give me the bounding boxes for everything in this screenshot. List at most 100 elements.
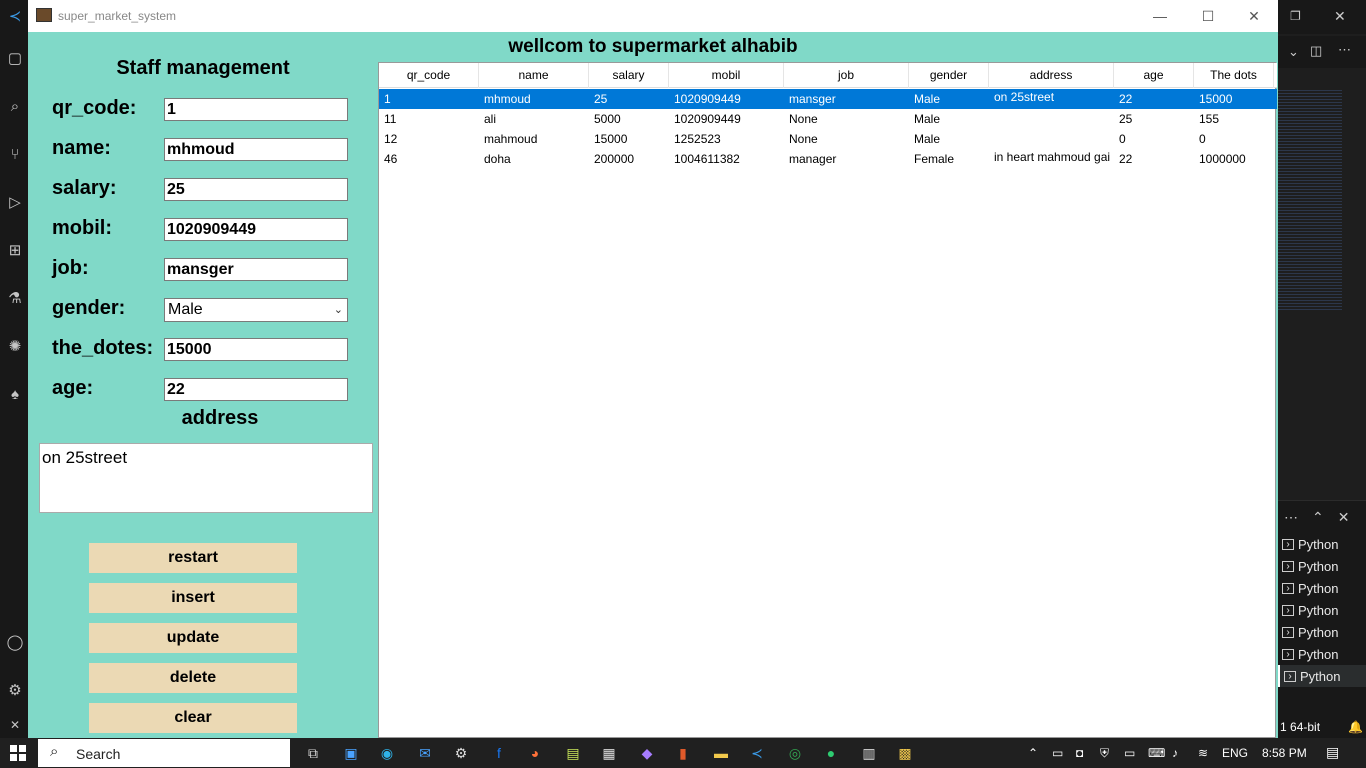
split-editor-icon[interactable]: ◫: [1310, 43, 1322, 59]
more-icon[interactable]: ⋯: [1284, 509, 1298, 526]
insert-button[interactable]: insert: [89, 583, 297, 613]
job-input[interactable]: mansger: [164, 258, 348, 281]
notifications-bell-icon[interactable]: 🔔: [1348, 720, 1363, 734]
openai-icon[interactable]: ✺: [6, 338, 24, 356]
restart-button[interactable]: restart: [89, 543, 297, 573]
search-icon[interactable]: ⌕: [6, 98, 24, 116]
terminal-item[interactable]: › Python: [1278, 577, 1366, 599]
table-row[interactable]: 12 mahmoud 15000 1252523 None Male 0 0: [379, 129, 1277, 149]
edge-icon[interactable]: ◉: [378, 744, 396, 762]
chevron-up-icon[interactable]: ⌃: [1028, 746, 1038, 760]
table-row[interactable]: 1 mhmoud 25 1020909449 mansger Male on 25stree…: [379, 89, 1277, 109]
qr-code-input[interactable]: 1: [164, 98, 348, 121]
file-explorer-icon[interactable]: ▬: [712, 744, 730, 762]
close-icon[interactable]: ✕: [1338, 509, 1350, 526]
battery-icon[interactable]: ▭: [1124, 746, 1135, 760]
update-button[interactable]: update: [89, 623, 297, 653]
shield-icon[interactable]: ⛨: [1100, 746, 1109, 761]
clock[interactable]: 8:58 PM: [1262, 746, 1307, 760]
status-arch[interactable]: 64-bit: [1290, 720, 1320, 734]
more-icon[interactable]: ⋯: [1338, 42, 1351, 58]
terminal-item[interactable]: › Python: [1278, 621, 1366, 643]
table-row[interactable]: 46 doha 200000 1004611382 manager Female in he…: [379, 149, 1277, 169]
maximize-icon[interactable]: ☐: [1198, 6, 1218, 26]
camera-icon[interactable]: ◘: [1076, 746, 1083, 760]
package-icon[interactable]: ▦: [600, 744, 618, 762]
chrome-icon[interactable]: ◎: [786, 744, 804, 762]
restore-icon[interactable]: ❐: [1290, 9, 1301, 23]
remote-icon[interactable]: ✕: [6, 716, 24, 734]
store-icon[interactable]: ▣: [342, 744, 360, 762]
terminal-item[interactable]: › Python: [1278, 599, 1366, 621]
terminal-item[interactable]: › Python: [1278, 533, 1366, 555]
table-cell: ali: [484, 112, 497, 126]
column-header[interactable]: address: [989, 63, 1114, 88]
the-dotes-input[interactable]: 15000: [164, 338, 348, 361]
name-input[interactable]: mhmoud: [164, 138, 348, 161]
terminal-label: Python: [1300, 668, 1341, 684]
ime-icon[interactable]: ⌨: [1148, 746, 1165, 760]
close-icon[interactable]: ✕: [1244, 6, 1264, 26]
address-textarea[interactable]: on 25street: [39, 443, 373, 513]
table-cell: 1000000: [1199, 152, 1246, 166]
terminal-item[interactable]: › Python: [1278, 665, 1366, 687]
language-indicator[interactable]: ENG: [1222, 746, 1248, 760]
table-row[interactable]: 11 ali 5000 1020909449 None Male 25 155: [379, 109, 1277, 129]
wifi-icon[interactable]: ≋: [1198, 746, 1208, 760]
tk-app-icon[interactable]: ▮: [674, 744, 692, 762]
gender-select[interactable]: Male ⌄: [164, 298, 348, 322]
column-header[interactable]: gender: [909, 63, 989, 88]
account-icon[interactable]: ◯: [6, 634, 24, 652]
clear-button[interactable]: clear: [89, 703, 297, 733]
mail-icon[interactable]: ✉: [416, 744, 434, 762]
column-header[interactable]: name: [479, 63, 589, 88]
vscode-logo-icon: ≺: [8, 8, 22, 25]
notepad-icon[interactable]: ▥: [860, 744, 878, 762]
facebook-icon[interactable]: f: [490, 744, 508, 762]
volume-icon[interactable]: ♪: [1172, 746, 1178, 760]
status-ln[interactable]: 1: [1280, 720, 1287, 734]
extensions-icon[interactable]: ⊞: [6, 242, 24, 260]
app-circle-icon[interactable]: ●: [822, 744, 840, 762]
pycharm-icon[interactable]: ▤: [564, 744, 582, 762]
chevron-down-icon[interactable]: ⌄: [334, 299, 343, 321]
salary-input[interactable]: 25: [164, 178, 348, 201]
column-header[interactable]: mobil: [669, 63, 784, 88]
chevron-up-icon[interactable]: ⌃: [1312, 509, 1324, 526]
settings-gear-icon[interactable]: ⚙: [452, 744, 470, 762]
minimize-icon[interactable]: —: [1150, 6, 1170, 26]
mobil-input[interactable]: 1020909449: [164, 218, 348, 241]
column-header[interactable]: job: [784, 63, 909, 88]
taskbar-search[interactable]: ⌕ Search: [38, 739, 290, 767]
explorer-icon[interactable]: ▢: [6, 50, 24, 68]
terminal-item[interactable]: › Python: [1278, 643, 1366, 665]
delete-button[interactable]: delete: [89, 663, 297, 693]
chevron-down-icon[interactable]: ⌄: [1288, 44, 1299, 60]
testing-icon[interactable]: ⚗: [6, 290, 24, 308]
column-header[interactable]: The dots: [1194, 63, 1274, 88]
windows-start-icon[interactable]: [10, 745, 26, 761]
mongodb-leaf-icon[interactable]: ♠: [6, 386, 24, 404]
column-header[interactable]: age: [1114, 63, 1194, 88]
python-icon[interactable]: ▩: [896, 744, 914, 762]
column-header[interactable]: salary: [589, 63, 669, 88]
minimap[interactable]: [1278, 90, 1342, 310]
firefox-icon[interactable]: ◕: [526, 744, 544, 762]
window-titlebar[interactable]: super_market_system — ☐ ✕: [28, 0, 1278, 32]
vscode-icon[interactable]: ≺: [748, 744, 766, 762]
staff-table[interactable]: qr_code name salary mobil job gender address ag…: [378, 62, 1277, 738]
age-input[interactable]: 22: [164, 378, 348, 401]
source-control-icon[interactable]: ⑂: [6, 146, 24, 164]
search-placeholder: Search: [76, 746, 121, 762]
app-window: super_market_system — ☐ ✕ Staff manageme…: [28, 0, 1278, 738]
debug-icon[interactable]: ▷: [6, 194, 24, 212]
table-cell: 0: [1199, 132, 1206, 146]
close-icon[interactable]: ✕: [1334, 8, 1346, 25]
monitor-icon[interactable]: ▭: [1052, 746, 1063, 760]
notification-center-icon[interactable]: ▤: [1326, 744, 1339, 761]
app-icon[interactable]: ◆: [638, 744, 656, 762]
column-header[interactable]: qr_code: [379, 63, 479, 88]
terminal-item[interactable]: › Python: [1278, 555, 1366, 577]
settings-gear-icon[interactable]: ⚙: [6, 682, 24, 700]
task-view-icon[interactable]: ⧉: [304, 744, 322, 762]
